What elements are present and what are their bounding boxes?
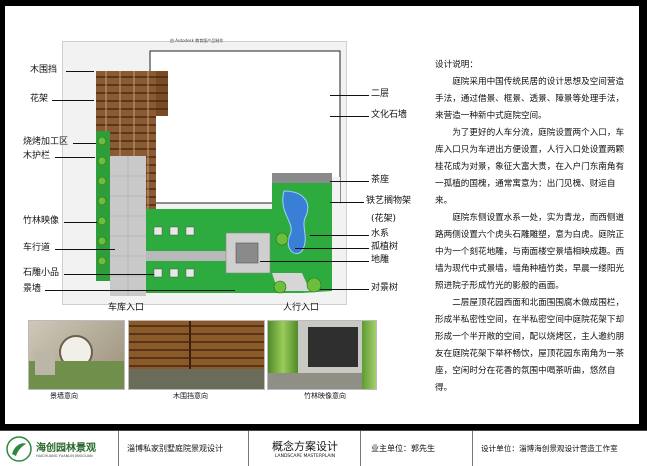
notes-title: 设计说明：: [435, 60, 478, 70]
label-water: 水系: [371, 229, 390, 239]
notes-para-4: 二层屋顶花园西面和北面围围腐木做成围栏，形成半私密性空间，在半私密空间中庭院花架…: [435, 298, 625, 393]
label-garage: 车库入口: [108, 303, 145, 313]
label-tree: 孤植树: [371, 242, 399, 252]
owner-cell: 业主单位：郭先生: [360, 431, 473, 466]
label-second: 二层: [371, 89, 390, 99]
label-culture-wall: 文化石墙: [371, 110, 408, 120]
ground-carving: [235, 242, 259, 264]
notes-para-2: 为了更好的人车分流，庭院设置两个入口，车库入口只为车进出方便设置，人行入口处设置…: [435, 128, 625, 206]
sheet-title: 概念方案设计: [272, 440, 338, 453]
design-notes: 设计说明： 庭院采用中国传统民居的设计思想及空间营造手法，通过借景、框景、透景、…: [435, 57, 625, 397]
label-flower-rack: (花架): [371, 214, 397, 224]
plan-drawing: [96, 50, 341, 296]
label-entry: 人行入口: [283, 303, 320, 313]
project-cell: 淄博私家别墅庭院景观设计: [118, 431, 249, 466]
project-name: 淄博私家别墅庭院景观设计: [127, 444, 223, 453]
owner: 业主单位：郭先生: [371, 444, 435, 453]
caption-feature-wall: 景墙意向: [50, 392, 78, 400]
label-drive: 车行道: [23, 243, 51, 253]
label-tea: 茶座: [371, 175, 390, 185]
logo-subtext: HAICHUANG YUANLIN JINGGUAN: [36, 454, 93, 458]
label-sculpture: 地雕: [371, 255, 390, 265]
designer: 设计单位：淄博海创景观设计营造工作室: [481, 444, 618, 453]
photo-wood-fence: [128, 320, 265, 390]
label-fence: 木围挡: [30, 65, 58, 75]
label-stone: 石雕小品: [23, 268, 60, 278]
label-wall: 景墙: [23, 284, 42, 294]
label-pair-tree: 对景树: [371, 283, 399, 293]
logo-text: 海创园林景观: [36, 443, 96, 454]
label-bamboo: 竹林映像: [23, 216, 60, 226]
label-pergola: 花架: [30, 94, 49, 104]
label-bbq: 烧烤加工区: [23, 137, 69, 147]
caption-bamboo-wall: 竹林映像意向: [304, 392, 346, 400]
notes-para-1: 庭院采用中国传统民居的设计思想及空间营造手法，通过借景、框景、透景、障景等处理手…: [435, 77, 625, 121]
logo-cell: 海创园林景观 HAICHUANG YUANLIN JINGGUAN: [0, 431, 118, 466]
label-iron: 铁艺搁物架: [366, 196, 412, 206]
title-cell: 概念方案设计 LANDSCAPE MASTERPLAIN: [248, 431, 361, 466]
company-logo-icon: [6, 435, 32, 462]
label-guard: 木护栏: [23, 151, 51, 161]
sheet-title-en: LANDSCAPE MASTERPLAIN: [274, 454, 336, 459]
photo-bamboo-wall: [267, 320, 377, 390]
photo-feature-wall: [28, 320, 125, 390]
title-block: 海创园林景观 HAICHUANG YUANLIN JINGGUAN 淄博私家别墅…: [0, 430, 647, 466]
tea-area: [272, 173, 332, 183]
notes-para-3: 庭院东侧设置水系一处，实为青龙，而西侧道路两侧设置六个虎头石雕雕塑，意为白虎。庭…: [435, 213, 625, 291]
caption-wood-fence: 木围挡意向: [173, 392, 208, 400]
designer-cell: 设计单位：淄博海创景观设计营造工作室: [472, 431, 647, 466]
